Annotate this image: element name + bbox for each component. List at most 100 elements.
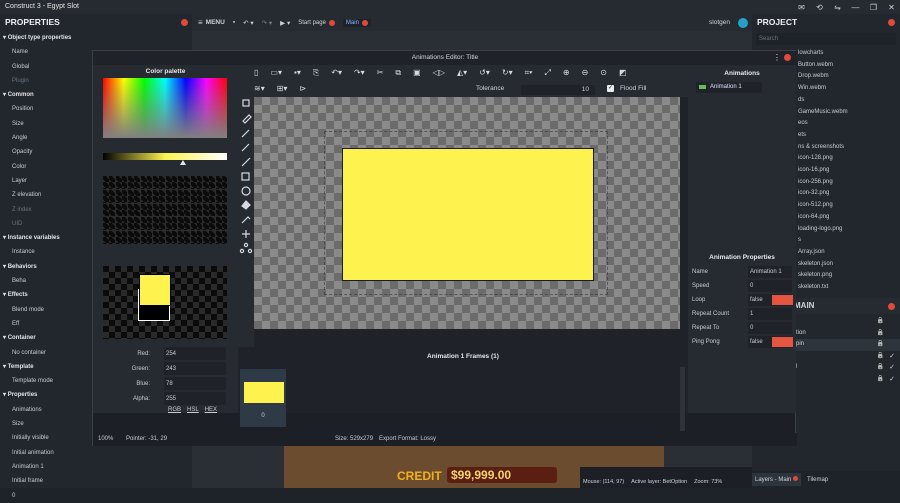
redo-edit-icon[interactable]: ↷▾ bbox=[354, 68, 365, 78]
color-swatch[interactable] bbox=[165, 189, 177, 203]
undo-icon[interactable]: ↶ ▾ bbox=[243, 19, 254, 27]
flood-fill-checkbox[interactable]: ✓ bbox=[607, 85, 614, 92]
user-avatar[interactable] bbox=[738, 17, 748, 28]
flip-horizontal-icon[interactable]: ◁▷ bbox=[433, 68, 445, 78]
project-item[interactable]: eos bbox=[798, 118, 900, 130]
color-swatch[interactable] bbox=[203, 217, 215, 231]
color-swatch[interactable] bbox=[140, 217, 152, 231]
project-item[interactable]: ds bbox=[798, 95, 900, 107]
speed-input[interactable]: 0 bbox=[748, 280, 792, 292]
color-swatch[interactable] bbox=[153, 231, 165, 244]
color-swatch[interactable] bbox=[178, 231, 190, 244]
project-item[interactable]: skeleton.png bbox=[798, 270, 900, 282]
menu-icon[interactable]: ≡ bbox=[198, 18, 203, 27]
color-swatch[interactable] bbox=[203, 176, 215, 189]
panel-close-dot[interactable] bbox=[181, 19, 188, 26]
color-spectrum[interactable] bbox=[103, 78, 227, 138]
color-swatch[interactable] bbox=[178, 189, 190, 203]
rotate-ccw-icon[interactable]: ↺▾ bbox=[479, 68, 490, 78]
lock-icon[interactable]: 🔒 bbox=[877, 328, 884, 340]
color-swatch[interactable] bbox=[103, 189, 115, 203]
primary-color[interactable] bbox=[139, 274, 171, 306]
name-input[interactable]: Animation 1 bbox=[748, 266, 792, 278]
color-swatch[interactable] bbox=[215, 231, 227, 244]
color-swatch[interactable] bbox=[203, 189, 215, 203]
frames-scrollbar[interactable] bbox=[680, 367, 685, 431]
project-item[interactable]: Button.webm bbox=[798, 60, 900, 72]
color-swatch[interactable] bbox=[190, 189, 202, 203]
layers-close-dot[interactable] bbox=[888, 303, 895, 310]
save-image-icon[interactable]: ▪▾ bbox=[294, 68, 301, 78]
color-swatch[interactable] bbox=[128, 231, 140, 244]
color-swatch[interactable] bbox=[103, 217, 115, 231]
project-close-dot[interactable] bbox=[888, 19, 895, 26]
blue-input[interactable]: 78 bbox=[164, 377, 226, 390]
canvas-scrollbar[interactable] bbox=[681, 97, 688, 347]
mode-rgb[interactable]: RGB bbox=[168, 407, 181, 413]
color-swatch[interactable] bbox=[215, 203, 227, 217]
color-swatch[interactable] bbox=[153, 189, 165, 203]
red-input[interactable]: 254 bbox=[164, 347, 226, 360]
color-swatch[interactable] bbox=[103, 231, 115, 244]
color-swatch[interactable] bbox=[115, 189, 127, 203]
color-swatch[interactable] bbox=[115, 231, 127, 244]
more-options-icon[interactable]: ⋮ bbox=[773, 53, 781, 62]
color-swatch[interactable] bbox=[153, 176, 165, 189]
color-swatch[interactable] bbox=[190, 217, 202, 231]
copy-icon[interactable]: ⧉ bbox=[395, 68, 401, 78]
project-item[interactable]: Win.webm bbox=[798, 83, 900, 95]
shade-slider[interactable] bbox=[103, 153, 227, 160]
help-icon[interactable]: ✉ bbox=[797, 3, 806, 12]
project-item[interactable]: s bbox=[798, 235, 900, 247]
property-row[interactable]: 0 bbox=[0, 489, 192, 503]
color-swatch[interactable] bbox=[128, 203, 140, 217]
project-item[interactable]: Array.json bbox=[798, 247, 900, 259]
visible-check-icon[interactable]: ✓ bbox=[889, 351, 895, 363]
project-item[interactable]: Drop.webm bbox=[798, 71, 900, 83]
preview-play-icon[interactable]: ⊳ bbox=[299, 84, 306, 93]
grid-icon[interactable]: ⊞▾ bbox=[277, 84, 288, 93]
lock-icon[interactable]: 🔒 bbox=[877, 316, 884, 328]
mode-hsl[interactable]: HSL bbox=[187, 407, 199, 413]
restore-icon[interactable]: ❐ bbox=[869, 3, 878, 12]
color-swatch[interactable] bbox=[165, 231, 177, 244]
color-swatch[interactable] bbox=[178, 203, 190, 217]
visible-check-icon[interactable]: ✓ bbox=[889, 374, 895, 386]
minimize-icon[interactable]: — bbox=[851, 3, 860, 12]
color-swatch[interactable] bbox=[178, 217, 190, 231]
color-swatch[interactable] bbox=[153, 203, 165, 217]
property-section[interactable]: ▾ Object type properties bbox=[0, 31, 192, 45]
resize-icon[interactable]: ⤢ bbox=[544, 68, 550, 78]
zoom-in-icon[interactable]: ⊕ bbox=[563, 68, 570, 78]
swatch-grid[interactable] bbox=[103, 176, 227, 244]
tab-tilemap[interactable]: Tilemap bbox=[807, 477, 828, 483]
animation-item[interactable]: Animation 1 bbox=[696, 82, 762, 93]
color-swatch[interactable] bbox=[103, 203, 115, 217]
repeat-to-input[interactable]: 0 bbox=[748, 322, 792, 334]
back-icon[interactable]: ⟲ bbox=[815, 3, 824, 12]
visible-check-icon[interactable]: ✓ bbox=[889, 362, 895, 374]
color-swatch[interactable] bbox=[140, 189, 152, 203]
lock-icon[interactable]: 🔒 bbox=[877, 362, 884, 374]
color-swatch[interactable] bbox=[140, 231, 152, 244]
color-swatch[interactable] bbox=[203, 203, 215, 217]
color-swatch[interactable] bbox=[165, 176, 177, 189]
color-swatch[interactable] bbox=[140, 176, 152, 189]
open-folder-icon[interactable]: ▭▾ bbox=[270, 68, 282, 78]
color-swatch[interactable] bbox=[128, 217, 140, 231]
new-file-icon[interactable]: ▯ bbox=[254, 68, 258, 78]
color-swatch[interactable] bbox=[128, 189, 140, 203]
project-item[interactable]: skeleton.json bbox=[798, 259, 900, 271]
project-item[interactable]: loading-logo.png bbox=[798, 224, 900, 236]
zoom-fit-icon[interactable]: ⊙ bbox=[600, 68, 607, 78]
transparent-canvas[interactable] bbox=[254, 97, 680, 329]
dialog-close-button[interactable] bbox=[784, 54, 791, 61]
project-item[interactable]: skeleton.txt bbox=[798, 282, 900, 294]
zoom-out-icon[interactable]: ⊖ bbox=[582, 68, 589, 78]
color-swatch[interactable] bbox=[190, 203, 202, 217]
tab-main[interactable]: Main bbox=[342, 18, 371, 27]
project-item[interactable]: ets bbox=[798, 130, 900, 142]
color-swatch[interactable] bbox=[153, 217, 165, 231]
color-swatch[interactable] bbox=[128, 176, 140, 189]
color-swatch[interactable] bbox=[190, 231, 202, 244]
